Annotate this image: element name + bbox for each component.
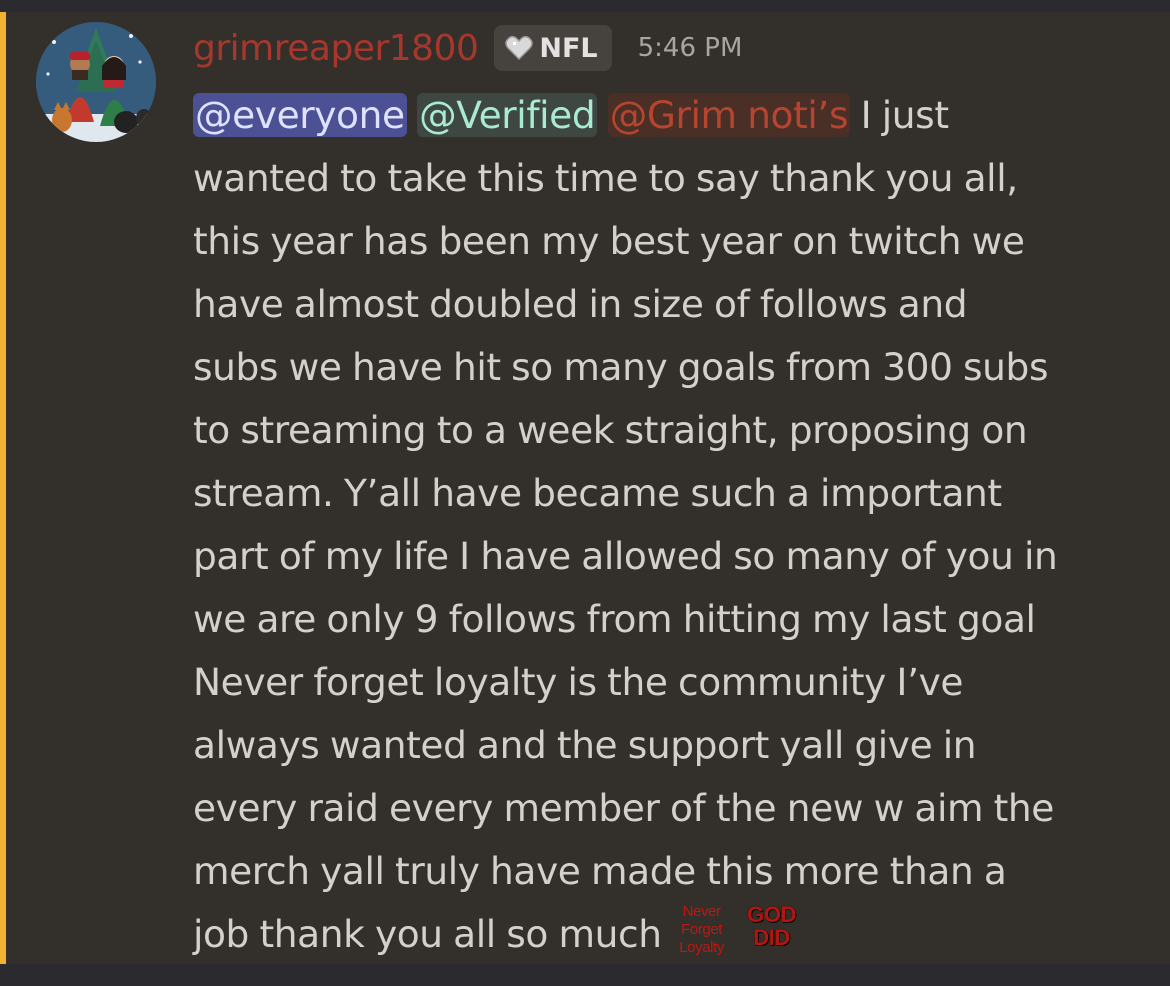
chat-message[interactable]: grimreaper1800 NFL 5:46 PM @everyone @Ve…: [0, 12, 1170, 964]
message-content: @everyone @Verified @Grim noti’s I just …: [193, 84, 1158, 966]
verified-role-mention[interactable]: @Verified: [417, 93, 598, 137]
message-line: part of my life I have allowed so many o…: [193, 534, 1058, 578]
emoji-text: GOD: [747, 902, 797, 927]
message-line: to streaming to a week straight, proposi…: [193, 408, 1028, 452]
message-line: @everyone @Verified @Grim noti’s I just: [193, 84, 1158, 147]
message-line: job thank you all so much Never Forget Loya…: [193, 903, 1158, 966]
everyone-mention[interactable]: @everyone: [193, 93, 407, 137]
message-timestamp[interactable]: 5:46 PM: [638, 33, 743, 63]
emoji-text: DID: [753, 925, 790, 950]
message-line: always wanted and the support yall give …: [193, 723, 977, 767]
server-tag[interactable]: NFL: [494, 25, 612, 71]
message-line: have almost doubled in size of follows a…: [193, 282, 968, 326]
message-line: subs we have hit so many goals from 300 …: [193, 345, 1049, 389]
custom-emojis: Never Forget Loyalty GOD DID: [672, 903, 807, 963]
never-forget-loyalty-emoji[interactable]: Never Forget Loyalty: [672, 903, 732, 961]
message-line: wanted to take this time to say thank yo…: [193, 156, 1018, 200]
grim-notis-role-mention[interactable]: @Grim noti’s: [607, 93, 851, 137]
emoji-text: Forget: [681, 921, 723, 938]
avatar-icon: [36, 22, 156, 142]
author-username[interactable]: grimreaper1800: [193, 28, 479, 69]
message-line: we are only 9 follows from hitting my la…: [193, 597, 1036, 641]
emoji-text: Never: [682, 903, 721, 920]
message-line: Never forget loyalty is the community I’…: [193, 660, 964, 704]
server-tag-label: NFL: [539, 32, 598, 64]
chat-area: grimreaper1800 NFL 5:46 PM @everyone @Ve…: [0, 0, 1170, 986]
avatar[interactable]: [36, 22, 156, 142]
god-did-emoji[interactable]: GOD DID: [740, 903, 804, 961]
heart-badge-icon: [505, 35, 534, 61]
message-line: every raid every member of the new w aim…: [193, 786, 1054, 830]
message-text: I just: [850, 93, 949, 137]
emoji-text: Loyalty: [679, 939, 724, 956]
message-line: this year has been my best year on twitc…: [193, 219, 1025, 263]
message-line: merch yall truly have made this more tha…: [193, 849, 1007, 893]
message-line: stream. Y’all have became such a importa…: [193, 471, 1002, 515]
message-header: grimreaper1800 NFL 5:46 PM: [193, 18, 742, 78]
mention-highlight-bar: [0, 12, 6, 964]
message-text: job thank you all so much: [193, 912, 662, 956]
